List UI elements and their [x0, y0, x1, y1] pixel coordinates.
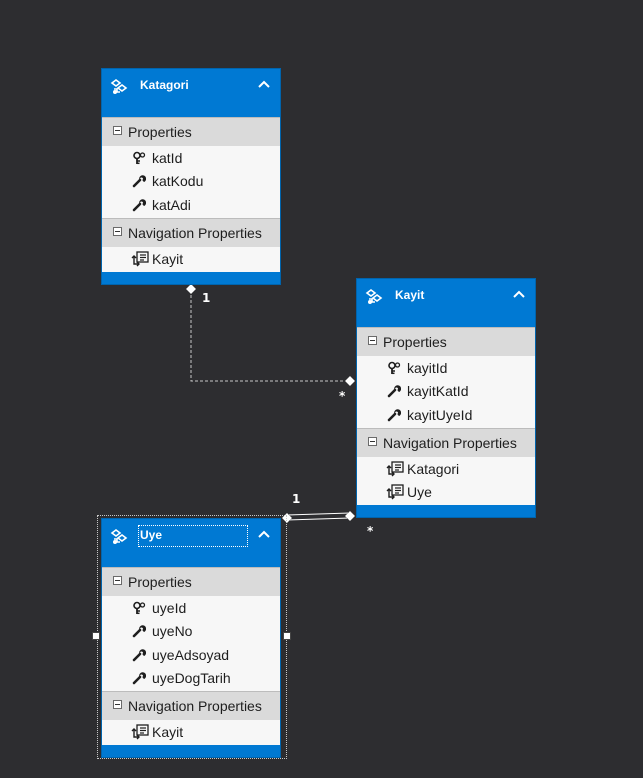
collapse-toggle-icon[interactable] [368, 336, 377, 345]
wrench-icon [387, 385, 401, 398]
entity-title: Kayit [395, 288, 425, 302]
navigation-properties-list: Katagori Uye [357, 456, 535, 506]
association-end-diamond [344, 510, 356, 522]
property-item[interactable]: katKodu [102, 170, 280, 193]
navigation-property-item[interactable]: Kayit [102, 248, 280, 271]
property-name: uyeDogTarih [152, 669, 231, 686]
association-line-katagori-kayit[interactable] [190, 290, 350, 382]
collapse-toggle-icon[interactable] [113, 226, 122, 236]
entity-icon [110, 529, 128, 544]
entity-title: Uye [140, 528, 163, 542]
navigation-property-icon [131, 724, 149, 740]
chevron-up-icon[interactable] [257, 529, 271, 539]
wrench-icon [387, 408, 401, 421]
property-name: katId [152, 150, 183, 166]
collapse-toggle-icon[interactable] [113, 700, 122, 710]
properties-list: kayitId kayitKatId kayitUyeId [357, 356, 535, 428]
properties-section-header[interactable]: Properties [357, 327, 535, 356]
multiplicity-one: 1 [202, 291, 211, 305]
collapse-toggle-icon[interactable] [368, 436, 377, 446]
entity-katagori[interactable]: Katagori Properties katId katKodu katAdi… [101, 68, 281, 286]
collapse-toggle-icon[interactable] [113, 576, 122, 585]
properties-list: katId katKodu katAdi [102, 146, 280, 218]
property-name: katKodu [152, 173, 204, 190]
entity-footer [102, 272, 280, 285]
section-label: Properties [383, 334, 447, 350]
property-item[interactable]: katAdi [102, 194, 280, 217]
navigation-property-icon [386, 461, 404, 477]
entity-icon [365, 289, 383, 304]
property-name: uyeAdsoyad [152, 646, 230, 663]
property-item[interactable]: uyeId [102, 597, 280, 620]
resize-handle-left[interactable] [92, 632, 100, 640]
property-name: katAdi [152, 196, 191, 213]
multiplicity-many: * [339, 389, 346, 403]
property-item[interactable]: uyeAdsoyad [102, 644, 280, 667]
properties-list: uyeId uyeNo uyeAdsoyad uyeDogTarih [102, 596, 280, 692]
wrench-icon [132, 175, 146, 188]
property-item[interactable]: katId [102, 147, 280, 170]
navigation-property-icon [131, 251, 149, 267]
resize-handle-right[interactable] [283, 632, 291, 640]
navigation-properties-section-header[interactable]: Navigation Properties [102, 691, 280, 721]
entity-header[interactable]: Uye [102, 519, 280, 567]
wrench-icon [132, 672, 146, 685]
property-name: kayitKatId [407, 383, 469, 400]
association-end-diamond [344, 375, 356, 387]
association-end-diamond [185, 283, 197, 295]
navigation-properties-section-header[interactable]: Navigation Properties [357, 427, 535, 457]
navigation-property-name: Uye [407, 484, 432, 501]
section-label: Navigation Properties [383, 434, 517, 451]
chevron-up-icon[interactable] [257, 79, 271, 89]
property-name: kayitUyeId [407, 406, 473, 423]
wrench-icon [132, 198, 146, 211]
property-item[interactable]: uyeNo [102, 620, 280, 643]
navigation-property-item[interactable]: Kayit [102, 721, 280, 744]
entity-header[interactable]: Katagori [102, 69, 280, 117]
properties-section-header[interactable]: Properties [102, 567, 280, 596]
property-item[interactable]: kayitId [357, 357, 535, 380]
navigation-property-name: Katagori [407, 460, 460, 477]
navigation-properties-section-header[interactable]: Navigation Properties [102, 217, 280, 247]
property-name: kayitId [407, 360, 448, 376]
entity-footer [357, 505, 535, 518]
entity-footer [102, 745, 280, 758]
navigation-property-name: Kayit [152, 250, 184, 267]
property-name: uyeId [152, 600, 187, 616]
section-label: Properties [128, 574, 192, 590]
wrench-icon [132, 625, 146, 638]
property-item[interactable]: kayitKatId [357, 380, 535, 403]
multiplicity-one: 1 [292, 492, 301, 506]
navigation-properties-list: Kayit [102, 720, 280, 746]
navigation-property-item[interactable]: Katagori [357, 458, 535, 481]
property-item[interactable]: kayitUyeId [357, 404, 535, 427]
chevron-up-icon[interactable] [512, 289, 526, 299]
entity-kayit[interactable]: Kayit Properties kayitId kayitKatId kayi… [356, 278, 536, 519]
section-label: Navigation Properties [128, 224, 262, 241]
collapse-toggle-icon[interactable] [113, 126, 122, 135]
entity-title: Katagori [140, 78, 189, 92]
wrench-icon [132, 648, 146, 661]
key-icon [133, 151, 146, 165]
key-icon [388, 361, 401, 375]
section-label: Properties [128, 124, 192, 140]
entity-uye[interactable]: Uye Properties uyeId uyeNo uyeAdsoyad uy… [101, 518, 281, 759]
section-label: Navigation Properties [128, 698, 262, 715]
association-line-uye-kayit[interactable] [286, 512, 351, 516]
navigation-property-item[interactable]: Uye [357, 481, 535, 504]
navigation-property-name: Kayit [152, 724, 184, 741]
property-name: uyeNo [152, 623, 193, 640]
navigation-property-icon [386, 484, 404, 500]
navigation-properties-list: Kayit [102, 246, 280, 273]
properties-section-header[interactable]: Properties [102, 117, 280, 146]
entity-icon [110, 79, 128, 94]
entity-header[interactable]: Kayit [357, 279, 535, 327]
key-icon [133, 601, 146, 615]
multiplicity-many: * [367, 524, 374, 538]
association-line-uye-kayit-outline [286, 517, 351, 521]
property-item[interactable]: uyeDogTarih [102, 667, 280, 690]
